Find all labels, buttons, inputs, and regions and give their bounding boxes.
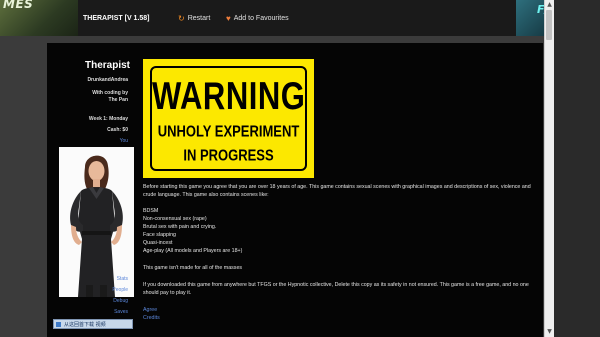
game-sidebar: Therapist DrunkandAndrea With coding by … [47,43,134,337]
intro-paragraph: Before starting this game you agree that… [143,184,531,198]
sidebar-coding-line2: The Pan [108,97,128,103]
sidebar-link-saves[interactable]: Saves [114,309,128,315]
warning-line2: IN PROGRESS [183,146,274,164]
download-warning-paragraph: If you downloaded this game from anywher… [143,282,529,296]
content-list-item: Face slapping [143,232,176,238]
restart-label: Restart [187,15,211,22]
game-panel: Therapist DrunkandAndrea With coding by … [47,43,543,337]
content-list-item: BDSM [143,208,159,214]
sidebar-cash: Cash: $0 [107,127,128,133]
sidebar-coding-line1: With coding by [92,90,128,96]
content-list-item: Non-consensual sex (rape) [143,216,207,222]
credits-link[interactable]: Credits [143,314,160,322]
content-list-item: Brutal sex with pain and crying. [143,224,217,230]
agree-link[interactable]: Agree [143,306,157,314]
top-bar: MES THERAPIST [V 1.58] ↻ Restart ♥ Add t… [0,0,600,36]
site-logo-text: MES [3,0,34,11]
download-overlay-chip[interactable]: 从这回首下载 视频 [53,319,133,329]
sidebar-link-people[interactable]: People [112,287,128,293]
sidebar-author: DrunkandAndrea [87,77,128,83]
restart-button[interactable]: ↻ Restart [178,14,210,23]
download-icon [56,322,61,327]
refresh-icon: ↻ [178,14,185,23]
sidebar-link-debug[interactable]: Debug [113,298,128,304]
sidebar-week: Week 1: Monday [88,116,128,122]
sidebar-title: Therapist [84,60,130,71]
heart-icon: ♥ [226,14,231,23]
site-logo-left[interactable]: MES [0,0,78,36]
content-list-item: Quasi-incest [143,240,173,246]
sidebar-link-stats[interactable]: Stats [117,276,128,282]
not-for-all-notice: This game isn't made for all of the mass… [143,265,243,271]
favourites-label: Add to Favourites [233,15,289,22]
vertical-scrollbar[interactable]: ▲ ▼ [544,0,554,337]
sidebar-link-you[interactable]: You [120,138,128,144]
warning-line1: UNHOLY EXPERIMENT [157,122,300,140]
download-overlay-label: 从这回首下载 视频 [64,322,106,328]
character-portrait-image [59,147,134,297]
content-list-item: Age-play (All models and Players are 18+… [143,248,243,254]
warning-sign-image: WARNING UNHOLY EXPERIMENT IN PROGRESS [143,59,314,178]
scroll-up-icon[interactable]: ▲ [546,2,553,8]
add-to-favourites-button[interactable]: ♥ Add to Favourites [226,14,289,23]
character-portrait [59,147,134,297]
game-title: THERAPIST [V 1.58] [83,15,150,22]
warning-word: WARNING [152,74,306,118]
scroll-down-icon[interactable]: ▼ [546,329,553,335]
right-background-strip [554,0,600,337]
site-logo-right[interactable]: F/ [516,0,546,36]
scroll-thumb[interactable] [546,10,552,40]
warning-sign-border: WARNING UNHOLY EXPERIMENT IN PROGRESS [150,66,307,171]
